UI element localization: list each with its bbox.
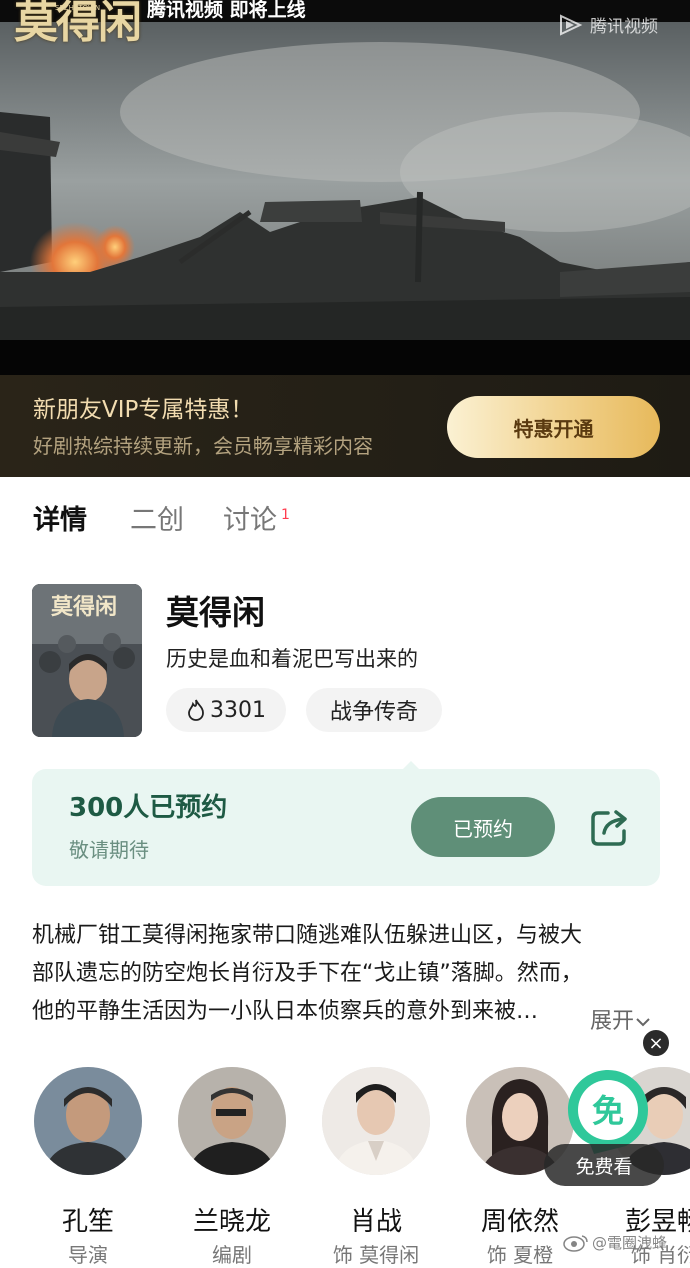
- free-watch-label: 免费看: [544, 1144, 664, 1186]
- cast-member[interactable]: 孔笙 导演: [13, 1067, 163, 1268]
- vip-promo-title: 新朋友VIP专属特惠！: [33, 397, 254, 423]
- coming-soon-text: 腾讯视频 即将上线: [147, 0, 306, 21]
- tab-discussion[interactable]: 讨论 1: [223, 503, 290, 539]
- reservation-count: 300人已预约: [69, 793, 228, 823]
- cast-name: 孔笙: [61, 1207, 114, 1237]
- vip-promo-banner[interactable]: 新朋友VIP专属特惠！ 好剧热综持续更新，会员畅享精彩内容 特惠开通: [0, 375, 690, 477]
- genre-chip[interactable]: 战争传奇: [306, 688, 442, 732]
- cast-name: 肖战: [349, 1207, 402, 1237]
- synopsis-line: 机械厂钳工莫得闲拖家带口随逃难队伍躲进山区，与被大: [32, 923, 583, 948]
- avatar: [178, 1067, 286, 1175]
- close-float-button[interactable]: ×: [641, 1028, 671, 1058]
- avatar: [322, 1067, 430, 1175]
- cast-role: 编剧: [212, 1243, 252, 1267]
- watermark-text: @電圈洩蜂: [592, 1234, 668, 1252]
- video-frame-ruins: [0, 22, 690, 340]
- synopsis-line: 部队遗忘的防空炮长肖衍及手下在“戈止镇”落脚。然而，: [32, 961, 583, 986]
- weibo-watermark: @電圈洩蜂: [563, 1232, 667, 1253]
- platform-watermark: 腾讯视频: [558, 12, 658, 37]
- synopsis-text: 机械厂钳工莫得闲拖家带口随逃难队伍躲进山区，与被大 部队遗忘的防空炮长肖衍及手下…: [32, 917, 662, 1031]
- cast-role: 导演: [68, 1243, 108, 1267]
- show-title: 莫得闲: [166, 593, 265, 632]
- free-watch-float[interactable]: 免 免费看: [544, 1060, 678, 1192]
- heat-chip[interactable]: 3301: [166, 688, 286, 732]
- tencent-video-logo-icon: [560, 13, 583, 36]
- reservation-card: 300人已预约 敬请期待 已预约: [32, 761, 660, 886]
- free-badge-char: 免: [592, 1092, 624, 1130]
- platform-name: 腾讯视频: [590, 17, 658, 37]
- cast-member[interactable]: 兰晓龙 编剧: [157, 1067, 307, 1268]
- video-player[interactable]: 莫得闲 SEZHI TOWN 腾讯视频 即将上线 腾讯视频: [0, 0, 690, 375]
- cast-role: 饰 莫得闲: [332, 1243, 420, 1267]
- tab-details[interactable]: 详情: [33, 503, 87, 539]
- share-icon[interactable]: [588, 805, 632, 849]
- synopsis-line: 他的平静生活因为一小队日本侦察兵的意外到来被…: [32, 999, 539, 1024]
- cast-member[interactable]: 肖战 饰 莫得闲: [301, 1067, 451, 1268]
- weibo-logo-icon: [563, 1234, 588, 1252]
- video-letterbox: [0, 340, 690, 375]
- detail-tabs: 详情 二创 讨论 1: [0, 495, 690, 555]
- show-slogan: 历史是血和着泥巴写出来的: [166, 647, 418, 671]
- show-poster[interactable]: 莫得闲: [32, 584, 142, 737]
- tab-discussion-label: 讨论: [223, 505, 277, 536]
- chevron-down-icon: [636, 1018, 650, 1027]
- discussion-count-badge: 1: [281, 507, 290, 523]
- heat-value: 3301: [210, 697, 266, 723]
- free-badge-icon: 免: [568, 1070, 648, 1154]
- poster-title-text: 莫得闲: [51, 594, 117, 620]
- page: 莫得闲 SEZHI TOWN 腾讯视频 即将上线 腾讯视频 新朋友VIP专属特惠…: [0, 0, 690, 1268]
- show-logo-subtitle: SEZHI TOWN: [55, 4, 101, 12]
- reservation-card-notch: [402, 761, 420, 770]
- avatar: [34, 1067, 142, 1175]
- tab-fan-creations[interactable]: 二创: [130, 503, 184, 539]
- reserved-button[interactable]: 已预约: [411, 797, 555, 857]
- poster-artwork: 莫得闲: [32, 584, 142, 737]
- flame-icon: [188, 699, 204, 721]
- vip-promo-subtitle: 好剧热综持续更新，会员畅享精彩内容: [33, 434, 373, 458]
- reservation-subtitle: 敬请期待: [69, 838, 149, 862]
- cast-name: 兰晓龙: [192, 1207, 271, 1237]
- expand-label: 展开: [590, 1009, 635, 1034]
- vip-activate-button[interactable]: 特惠开通: [447, 396, 660, 458]
